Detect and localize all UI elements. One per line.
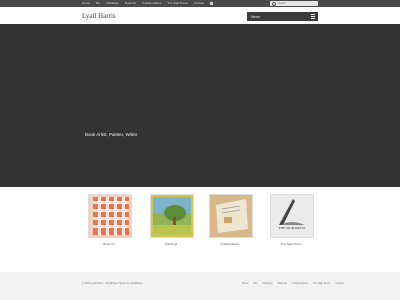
top-nav-collaborations[interactable]: Collaborations <box>142 0 161 7</box>
footer-link-collaborations[interactable]: Collaborations <box>292 282 308 285</box>
site-header <box>0 7 400 24</box>
gallery-card-collaborations[interactable]: Collaborations <box>209 194 253 246</box>
footer-link-home[interactable]: Home <box>242 282 249 285</box>
gallery-caption[interactable]: The Sigh Press <box>270 242 312 246</box>
top-nav-paintings[interactable]: Paintings <box>106 0 118 7</box>
footer-link-contact[interactable]: Contact <box>335 282 344 285</box>
gallery-card-book-art[interactable]: Book Art <box>88 194 132 246</box>
paintings-image[interactable] <box>150 194 194 238</box>
gallery-caption[interactable]: Paintings <box>150 242 192 246</box>
gallery-card-sigh-press[interactable]: THE SIGH PRESS The Sigh Press <box>270 194 314 246</box>
top-bar: Home Bio Paintings Book Art Collaboratio… <box>0 0 400 7</box>
site-title[interactable]: Lyall Harris <box>82 12 116 20</box>
top-nav-bio[interactable]: Bio <box>96 0 100 7</box>
site-footer: © 2024 Lyall Harris · WordPress Theme by… <box>0 272 400 300</box>
hamburger-icon <box>311 14 315 19</box>
sigh-press-logo-text: THE SIGH PRESS <box>278 226 306 230</box>
hero-tagline: Book Artist, Painter, Writer <box>85 132 138 137</box>
gallery: Book Art Paintings Collaborations THE SI… <box>0 194 400 249</box>
menu-label: Menu <box>251 14 260 19</box>
rss-icon[interactable] <box>210 2 214 5</box>
book-art-image[interactable] <box>88 194 132 238</box>
top-nav-home[interactable]: Home <box>82 0 90 7</box>
search-input[interactable]: Search <box>270 1 318 6</box>
search-icon <box>272 1 276 6</box>
top-nav-contact[interactable]: Contact <box>194 0 204 7</box>
top-nav-sigh-press[interactable]: The Sigh Press <box>167 0 188 7</box>
footer-link-sigh-press[interactable]: The Sigh Press <box>313 282 330 285</box>
top-navigation: Home Bio Paintings Book Art Collaboratio… <box>82 0 214 7</box>
gallery-card-paintings[interactable]: Paintings <box>150 194 194 246</box>
footer-copyright: © 2024 Lyall Harris · WordPress Theme by… <box>82 282 143 285</box>
gallery-caption[interactable]: Collaborations <box>209 242 251 246</box>
sigh-press-image[interactable]: THE SIGH PRESS <box>270 194 314 238</box>
footer-link-paintings[interactable]: Paintings <box>262 282 272 285</box>
menu-button[interactable]: Menu <box>247 12 318 21</box>
footer-link-book-art[interactable]: Book Art <box>278 282 287 285</box>
footer-links: Home Bio Paintings Book Art Collaboratio… <box>242 282 344 285</box>
hero-banner: Book Artist, Painter, Writer <box>0 24 400 187</box>
top-nav-book-art[interactable]: Book Art <box>125 0 136 7</box>
search-placeholder: Search <box>278 2 286 5</box>
collaborations-image[interactable] <box>209 194 253 238</box>
gallery-caption[interactable]: Book Art <box>88 242 130 246</box>
footer-link-bio[interactable]: Bio <box>254 282 258 285</box>
